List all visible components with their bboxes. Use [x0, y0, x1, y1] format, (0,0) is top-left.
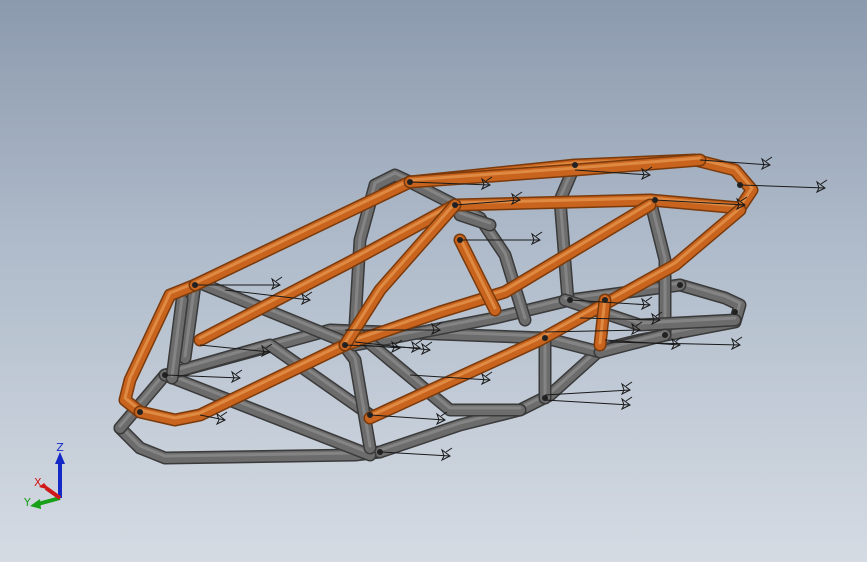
weld-symbol-23[interactable]: [544, 396, 633, 411]
joint-node-4: [572, 162, 578, 168]
joint-node-19: [662, 332, 668, 338]
y-axis-arrowhead: [30, 499, 41, 509]
orange-tube-8[interactable]: [593, 293, 612, 352]
y-axis-arrow: [37, 496, 61, 506]
x-axis-arrow: [44, 486, 62, 500]
z-axis-label: Z: [56, 441, 64, 454]
chassis-frame-model[interactable]: [0, 0, 867, 562]
coordinate-triad: Z X Y: [23, 441, 65, 509]
grey-tube-15[interactable]: [553, 158, 582, 307]
joint-node-11: [542, 335, 548, 341]
joint-node-13: [677, 282, 683, 288]
graphics-viewport[interactable]: Z X Y: [0, 0, 867, 562]
x-axis-label: X: [34, 476, 42, 489]
y-axis-label: Y: [23, 496, 31, 509]
joint-node-17: [732, 309, 738, 315]
joint-node-16: [137, 409, 143, 415]
